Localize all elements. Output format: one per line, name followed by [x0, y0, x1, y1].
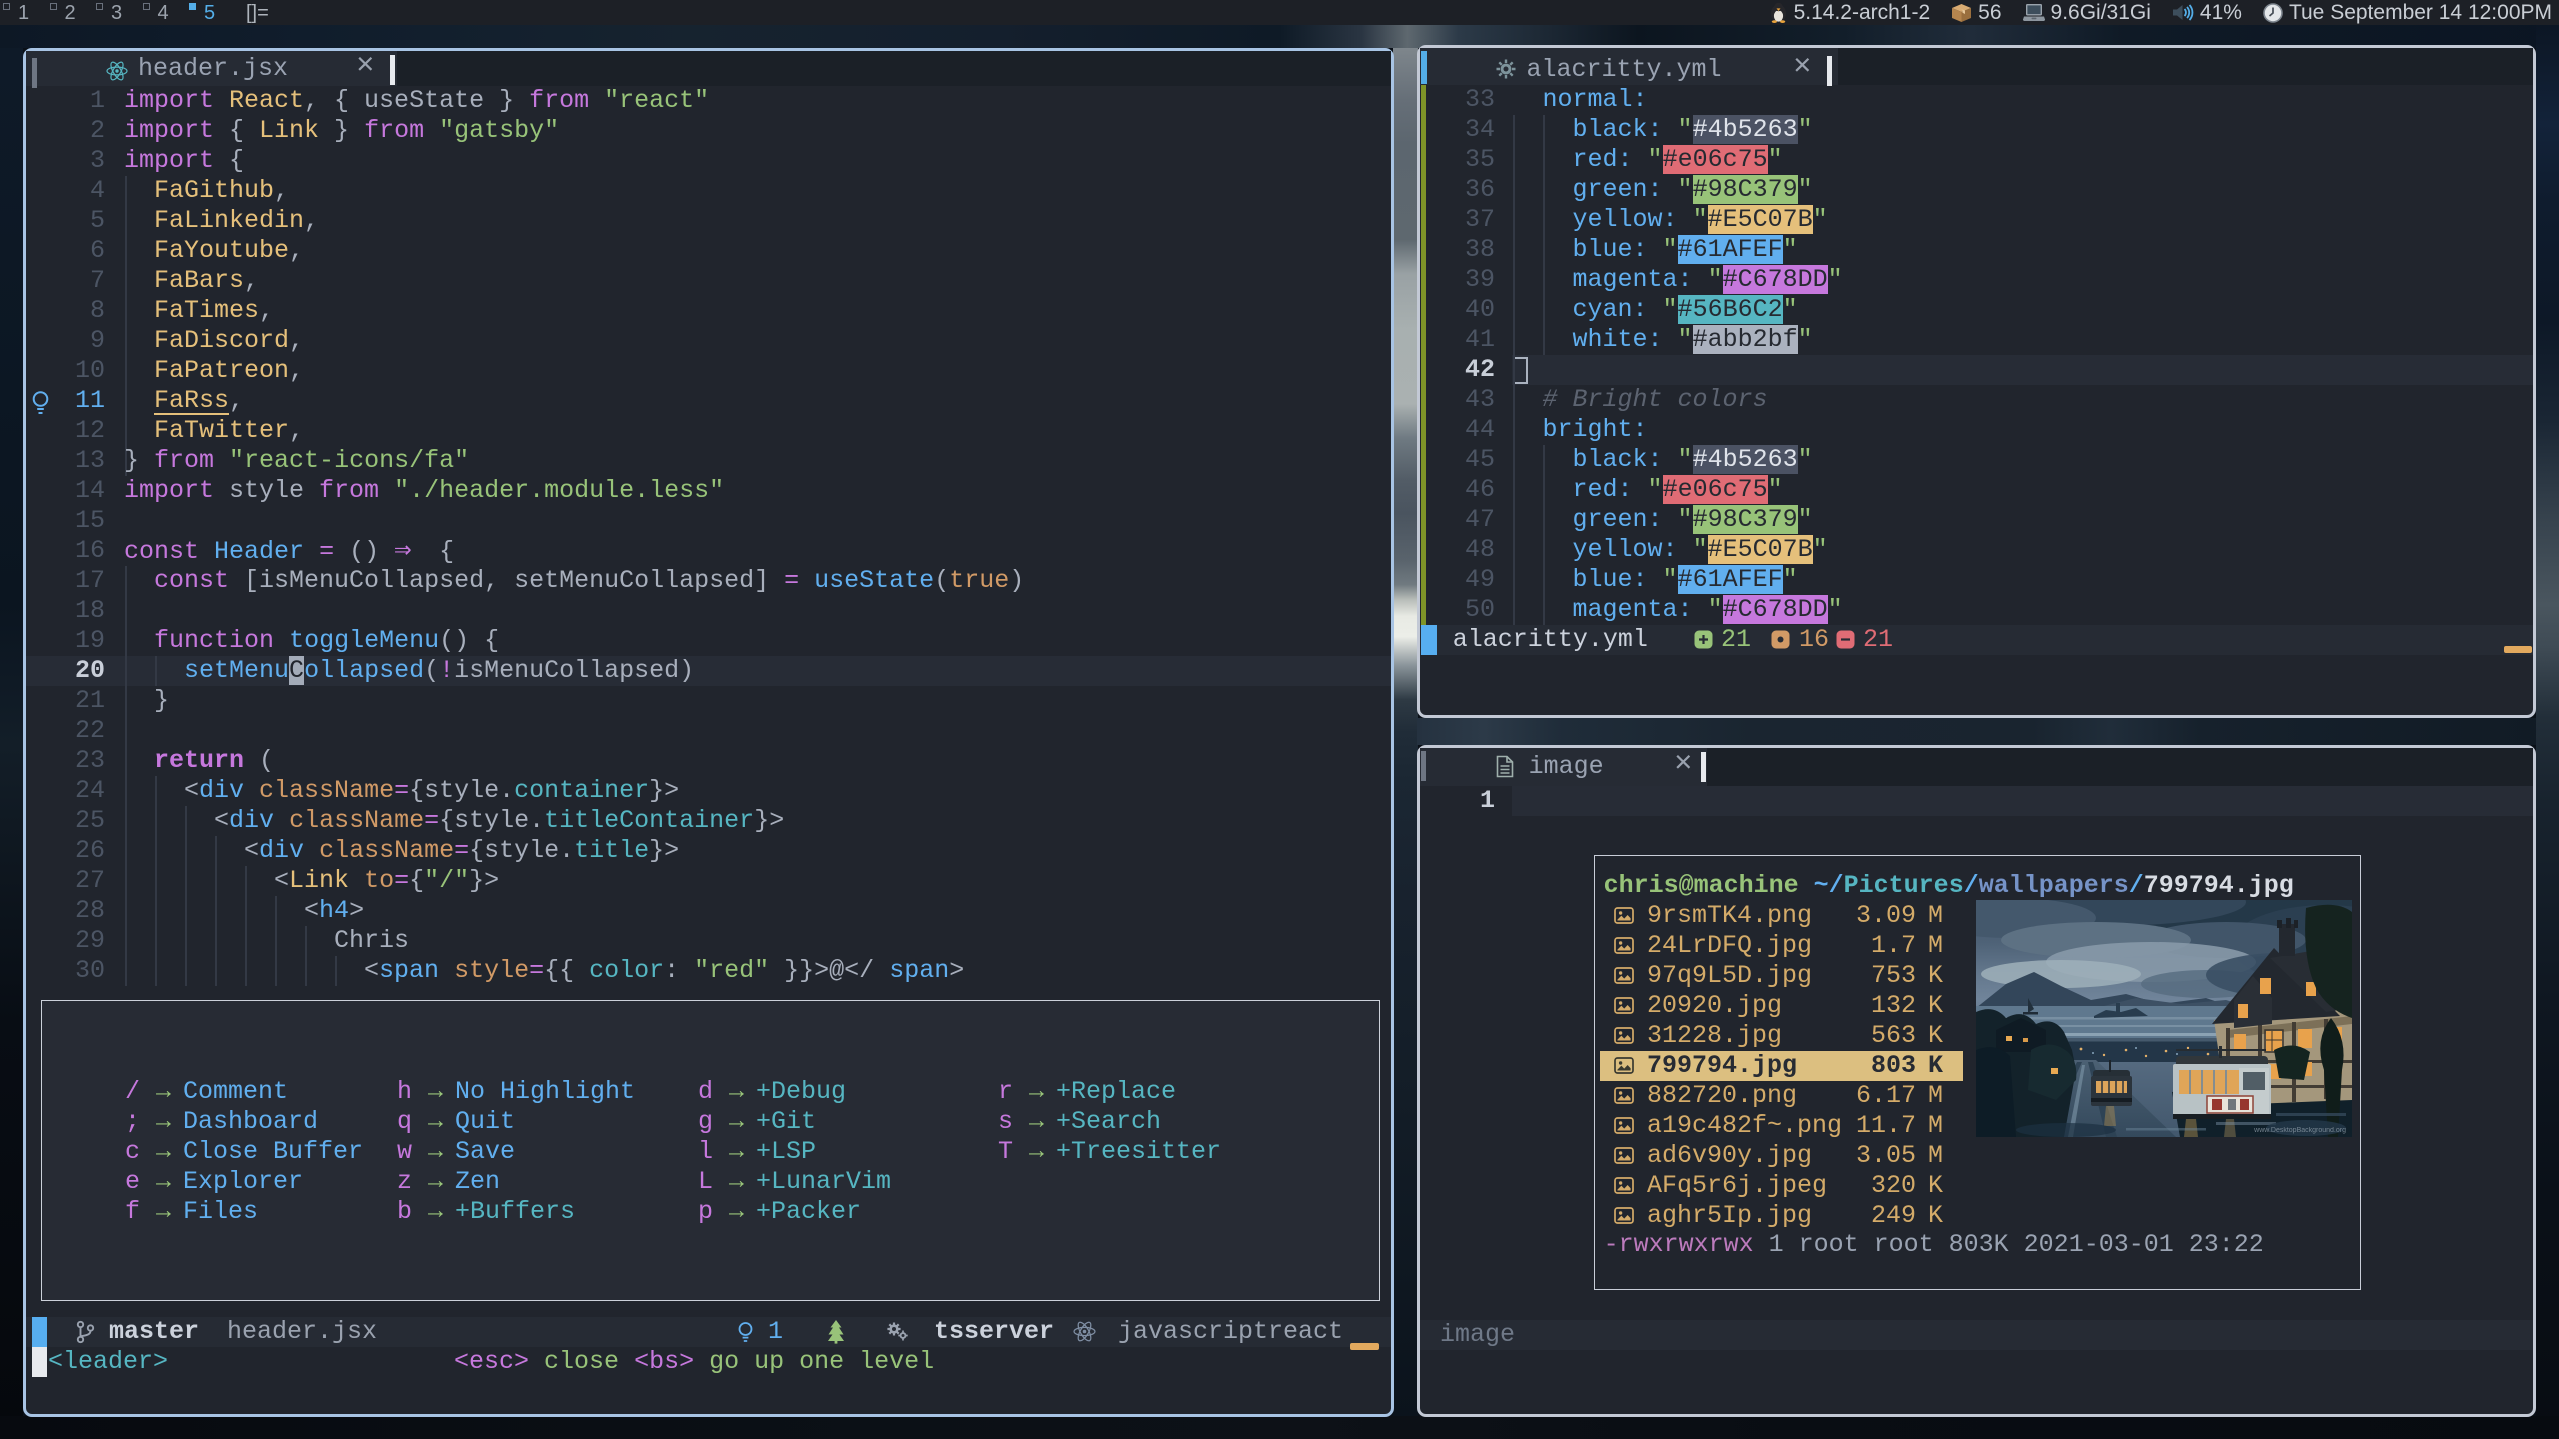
svg-text:www.DesktopBackground.org: www.DesktopBackground.org: [2253, 1127, 2346, 1134]
